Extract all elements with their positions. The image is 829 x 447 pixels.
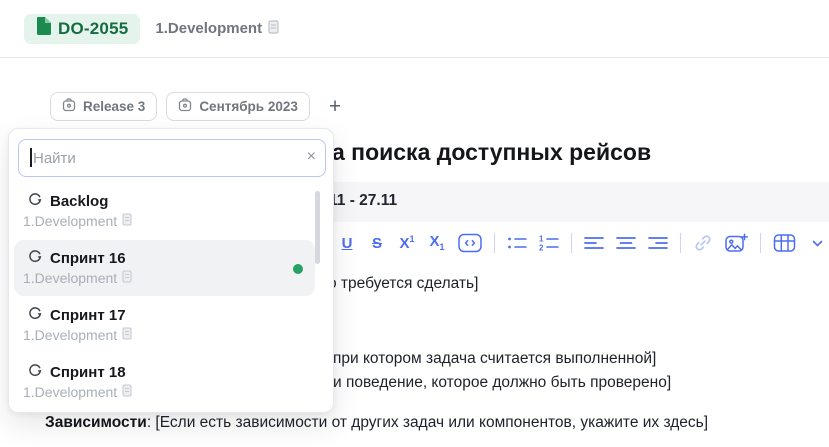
- sprint-title: Backlog: [50, 193, 108, 210]
- align-right-button[interactable]: [648, 231, 668, 255]
- sprint-subtitle: 1.Development: [23, 384, 117, 400]
- sprint-subtitle: 1.Development: [23, 270, 117, 286]
- superscript-button[interactable]: X1: [398, 231, 416, 255]
- sprint-title: Спринт 17: [50, 307, 126, 324]
- sprint-dropdown: × Backlog 1.Development: [8, 128, 334, 413]
- toolbar-divider: [760, 233, 761, 253]
- iteration-icon: [28, 249, 42, 268]
- sprint-subtitle: 1.Development: [23, 213, 117, 229]
- list-item-sprint-16[interactable]: Спринт 16 1.Development: [9, 240, 333, 297]
- iteration-icon: [28, 192, 42, 211]
- app-root: DO-2055 1.Development Release 3 Сентябрь…: [0, 0, 829, 447]
- strikethrough-button[interactable]: S: [368, 231, 386, 255]
- dependencies-label: Зависимости: [45, 414, 147, 431]
- page-icon: [122, 213, 132, 229]
- list-item-sprint-18[interactable]: Спринт 18 1.Development: [9, 354, 333, 411]
- iteration-icon: [28, 306, 42, 325]
- toolbar-divider: [494, 233, 495, 253]
- body-text-fragment: при котором задача считается выполненной…: [333, 350, 656, 368]
- list-item-backlog[interactable]: Backlog 1.Development: [9, 183, 333, 240]
- page-icon: [122, 327, 132, 343]
- sprint-title: Спринт 16: [50, 250, 126, 267]
- page-icon: [122, 384, 132, 400]
- body-text-fragment: о требуется сделать]: [328, 275, 478, 293]
- sprint-subtitle: 1.Development: [23, 327, 117, 343]
- bullet-list-button[interactable]: [507, 231, 527, 255]
- search-field: ×: [18, 139, 326, 177]
- ordered-list-button[interactable]: 12: [539, 231, 559, 255]
- align-center-button[interactable]: [616, 231, 636, 255]
- active-sprint-dot: [293, 264, 303, 274]
- insert-image-button[interactable]: [725, 231, 748, 255]
- underline-button[interactable]: U: [338, 231, 356, 255]
- dependencies-text: : [Если есть зависимости от других задач…: [147, 414, 708, 431]
- toolbar-divider: [680, 233, 681, 253]
- clear-icon[interactable]: ×: [307, 147, 316, 167]
- svg-text:2: 2: [539, 244, 544, 252]
- dependencies-line: Зависимости: [Если есть зависимости от д…: [45, 414, 708, 432]
- toolbar-divider: [571, 233, 572, 253]
- iteration-icon: [28, 363, 42, 382]
- table-button[interactable]: [773, 231, 796, 255]
- align-left-button[interactable]: [584, 231, 604, 255]
- code-block-button[interactable]: [458, 231, 482, 255]
- chevron-down-icon[interactable]: [808, 231, 826, 255]
- sprint-list: Backlog 1.Development Спринт 16: [9, 183, 333, 411]
- sprint-title: Спринт 18: [50, 364, 126, 381]
- page-title: а поиска доступных рейсов: [332, 139, 651, 166]
- text-caret: [30, 148, 32, 167]
- body-text-fragment: и поведение, которое должно быть провере…: [333, 374, 671, 392]
- search-input[interactable]: [19, 140, 325, 176]
- dropdown-scrollbar[interactable]: [315, 191, 320, 264]
- svg-text:1: 1: [539, 235, 544, 244]
- link-icon[interactable]: [693, 231, 713, 255]
- date-range: 11 - 27.11: [329, 192, 397, 210]
- subscript-button[interactable]: X1: [428, 231, 446, 255]
- page-icon: [122, 270, 132, 286]
- list-item-sprint-17[interactable]: Спринт 17 1.Development: [9, 297, 333, 354]
- editor-toolbar: U S X1 X1 12: [338, 231, 829, 255]
